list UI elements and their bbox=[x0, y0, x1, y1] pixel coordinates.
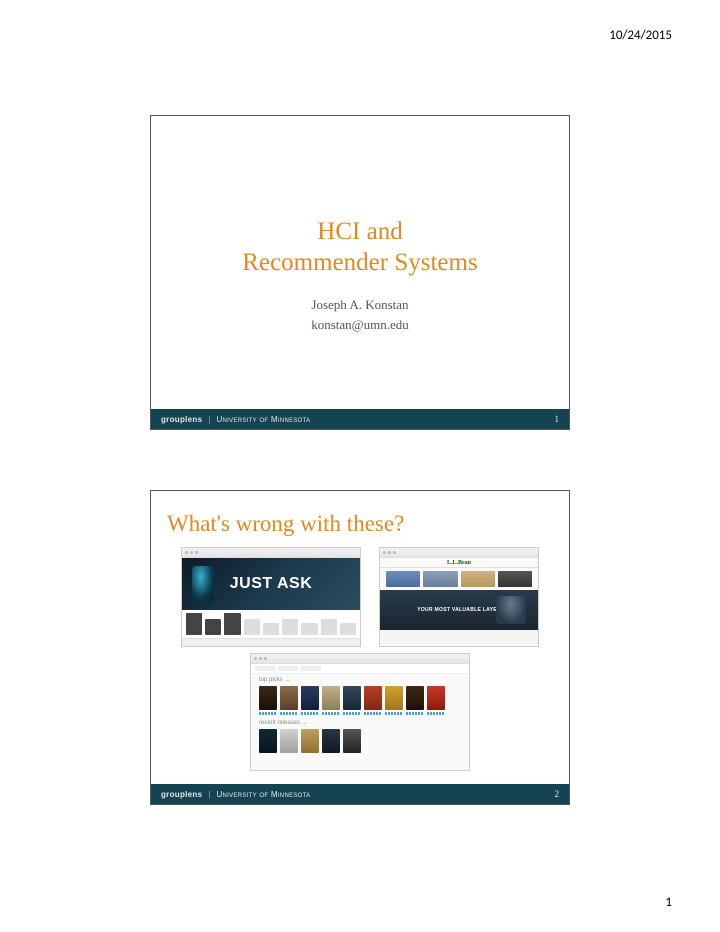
screenshot-llbean: L.L.Bean YOUR MOST VALUABLE LAYER bbox=[379, 547, 539, 647]
amazon-footer-strip bbox=[182, 638, 360, 646]
handout-page-number: 1 bbox=[665, 895, 672, 910]
slide2-footer: grouplens | University of Minnesota 2 bbox=[151, 784, 569, 804]
slide1-email: konstan@umn.edu bbox=[151, 317, 569, 333]
footer-slide-number: 1 bbox=[555, 414, 560, 424]
amazon-product-row bbox=[182, 610, 360, 638]
amazon-hero-text: JUST ASK bbox=[230, 575, 313, 593]
footer-separator: | bbox=[208, 415, 210, 424]
slide1-footer: grouplens | University of Minnesota 1 bbox=[151, 409, 569, 429]
footer-brand: grouplens bbox=[161, 790, 202, 799]
movielens-nav bbox=[251, 664, 469, 674]
llbean-header: L.L.Bean bbox=[380, 558, 538, 568]
llbean-footer-strip bbox=[380, 630, 538, 644]
llbean-hero: YOUR MOST VALUABLE LAYER bbox=[380, 590, 538, 630]
slide1-title-line2: Recommender Systems bbox=[242, 249, 477, 276]
footer-brand: grouplens bbox=[161, 415, 202, 424]
slide-2: What's wrong with these? JUST ASK L.L.Be bbox=[150, 490, 570, 805]
movielens-row-top-picks bbox=[251, 684, 469, 712]
footer-university: University of Minnesota bbox=[216, 790, 310, 799]
browser-chrome bbox=[380, 548, 538, 558]
screenshot-movielens: top picks → recent releases → bbox=[250, 653, 470, 771]
browser-chrome bbox=[251, 654, 469, 664]
llbean-logo: L.L.Bean bbox=[447, 560, 471, 566]
slide1-title: HCI and Recommender Systems bbox=[151, 216, 569, 279]
screenshot-row-1: JUST ASK L.L.Bean YOUR MOST VALUABLE LAY… bbox=[151, 547, 569, 647]
slide2-title: What's wrong with these? bbox=[167, 511, 569, 537]
amazon-hero: JUST ASK bbox=[182, 558, 360, 610]
footer-separator: | bbox=[208, 790, 210, 799]
movielens-section-recent: recent releases → bbox=[251, 717, 469, 727]
screenshot-row-2: top picks → recent releases → bbox=[151, 653, 569, 771]
movielens-section-top-picks: top picks → bbox=[251, 674, 469, 684]
slide-1: HCI and Recommender Systems Joseph A. Ko… bbox=[150, 115, 570, 430]
llbean-product-row bbox=[380, 568, 538, 590]
slide1-title-line1: HCI and bbox=[317, 218, 402, 245]
footer-university: University of Minnesota bbox=[216, 415, 310, 424]
movielens-row-recent bbox=[251, 727, 469, 755]
screenshot-amazon: JUST ASK bbox=[181, 547, 361, 647]
browser-chrome bbox=[182, 548, 360, 558]
handout-date: 10/24/2015 bbox=[609, 28, 672, 43]
footer-slide-number: 2 bbox=[555, 789, 560, 799]
slide1-author: Joseph A. Konstan bbox=[151, 297, 569, 313]
llbean-hero-text: YOUR MOST VALUABLE LAYER bbox=[417, 607, 501, 613]
